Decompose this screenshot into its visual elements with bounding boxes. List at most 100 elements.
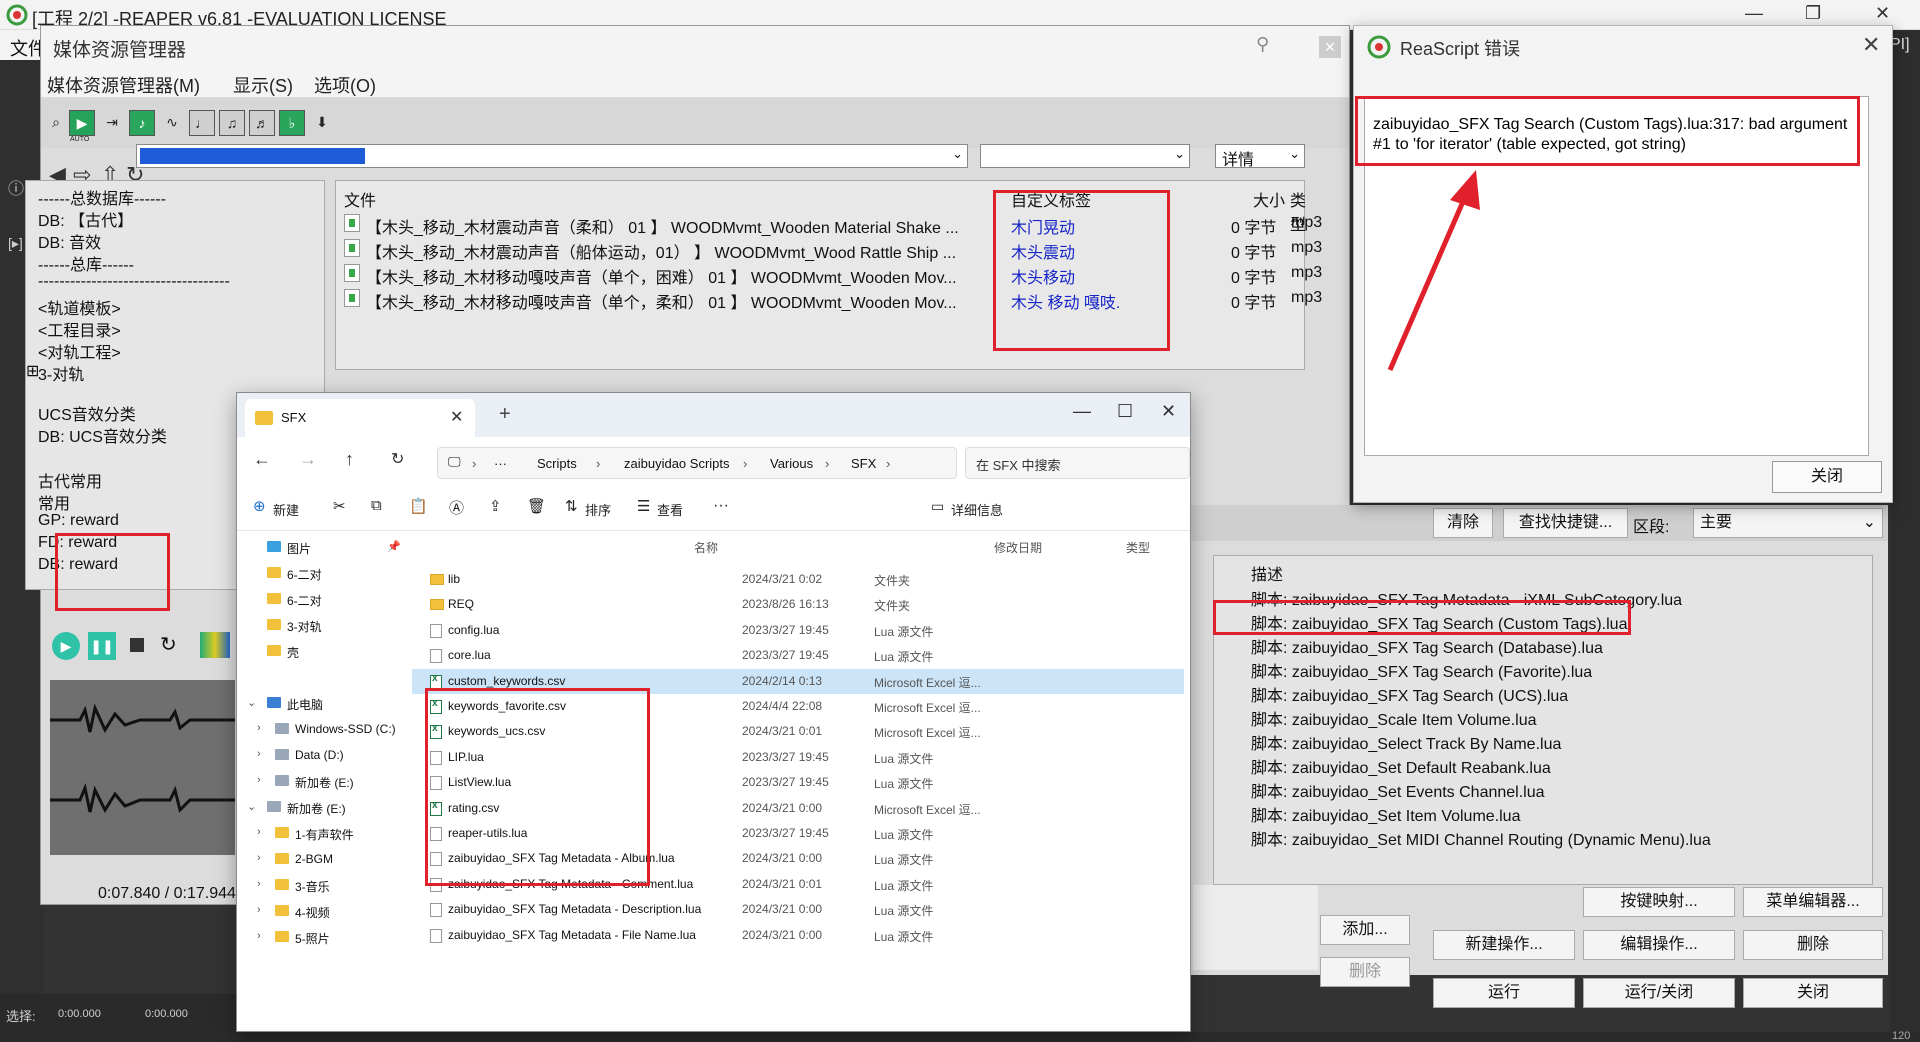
media-file-row[interactable]: 【木头_移动_木材移动嘎吱声音（单个，困难） 01 】 WOODMvmt_Woo… <box>336 261 1322 287</box>
action-row[interactable]: 脚本: zaibuyidao_Set MIDI Channel Routing … <box>1251 826 1711 850</box>
chevron-down-icon[interactable]: ⌄ <box>1174 146 1185 162</box>
waveform-icon[interactable]: ∿ <box>159 110 185 136</box>
action-row[interactable]: 脚本: zaibuyidao_Scale Item Volume.lua <box>1251 706 1537 730</box>
chevron-right-icon[interactable]: › <box>257 930 261 942</box>
note-half-icon[interactable]: ♬ <box>249 110 275 136</box>
nav-item[interactable]: › 4-视频 <box>237 899 417 925</box>
breadcrumb-more[interactable]: ··· <box>494 456 507 471</box>
file-row[interactable]: zaibuyidao_SFX Tag Metadata - File Name.… <box>412 923 1184 948</box>
file-row[interactable]: reaper-utils.lua 2023/3/27 19:45 Lua 源文件 <box>412 821 1184 846</box>
chevron-down-icon[interactable]: ⌄ <box>952 146 963 162</box>
media-file-row[interactable]: 【木头_移动_木材震动声音（柔和） 01 】 WOODMvmt_Wooden M… <box>336 211 1322 237</box>
sort-button[interactable]: 排序 <box>585 500 611 519</box>
share-icon[interactable]: ⇪ <box>489 497 502 515</box>
new-button[interactable]: 新建 <box>273 500 299 519</box>
close-icon[interactable]: ✕ <box>1161 401 1176 422</box>
menu-display[interactable]: 显示(S) <box>233 72 293 98</box>
chevron-down-icon[interactable]: ⌄ <box>247 696 256 709</box>
menu-editor-button[interactable]: 菜单编辑器... <box>1743 887 1883 917</box>
section-select[interactable]: 主要 ⌄ <box>1693 508 1883 538</box>
delete-shortcut-button[interactable]: 删除 <box>1320 957 1410 987</box>
nav-item[interactable]: › 1-有声软件 <box>237 821 417 847</box>
pitch-icon[interactable]: ♭ <box>279 110 305 136</box>
stop-icon[interactable] <box>130 638 144 652</box>
bracket-icon[interactable]: [▸] <box>8 235 23 252</box>
nav-item[interactable]: 6-二对 <box>237 587 417 613</box>
view-mode-select[interactable]: 详情 ⌄ <box>1215 144 1305 169</box>
breadcrumb-item[interactable]: zaibuyidao Scripts <box>624 456 730 471</box>
waveform-preview[interactable] <box>50 680 235 855</box>
pin-icon[interactable]: ⚲ <box>1256 34 1269 55</box>
file-row[interactable]: lib 2024/3/21 0:02 文件夹 <box>412 567 1184 592</box>
action-row[interactable]: 脚本: zaibuyidao_Set Item Volume.lua <box>1251 802 1520 826</box>
file-row[interactable]: LIP.lua 2023/3/27 19:45 Lua 源文件 <box>412 745 1184 770</box>
nav-item[interactable]: › Windows-SSD (C:) <box>237 717 417 743</box>
tree-item[interactable]: DB: 音效 <box>38 229 101 253</box>
nav-item[interactable]: 壳 <box>237 639 417 665</box>
tree-item[interactable]: <工程目录> <box>38 317 121 341</box>
details-pane-icon[interactable]: ▭ <box>931 498 944 515</box>
color-icon[interactable] <box>200 632 230 658</box>
tree-item[interactable]: DB: UCS音效分类 <box>38 423 167 447</box>
close-tab-icon[interactable]: ✕ <box>450 407 463 427</box>
details-button[interactable]: 详细信息 <box>951 500 1003 519</box>
clear-button[interactable]: 清除 <box>1433 508 1493 538</box>
action-row[interactable]: 脚本: zaibuyidao_SFX Tag Search (Database)… <box>1251 634 1603 658</box>
chevron-right-icon[interactable]: › <box>257 774 261 786</box>
import-icon[interactable]: ⬇ <box>309 110 335 136</box>
tree-item[interactable]: 常用 <box>38 490 70 514</box>
auto-play-icon[interactable]: ▶ <box>69 110 95 136</box>
refresh-icon[interactable]: ↻ <box>391 449 404 469</box>
nav-item[interactable]: 3-对轨 <box>237 613 417 639</box>
loop-icon[interactable]: ↻ <box>160 632 177 657</box>
search-icon[interactable]: ⌕ <box>43 110 69 136</box>
maximize-icon[interactable]: ☐ <box>1117 401 1133 422</box>
add-shortcut-button[interactable]: 添加... <box>1320 915 1410 945</box>
file-row[interactable]: zaibuyidao_SFX Tag Metadata - Descriptio… <box>412 897 1184 922</box>
explorer-search-input[interactable]: 在 SFX 中搜索 <box>965 447 1190 479</box>
tree-item[interactable]: <轨道模板> <box>38 295 121 319</box>
chevron-down-icon[interactable]: ⌄ <box>247 800 256 813</box>
nav-item[interactable]: › 3-音乐 <box>237 873 417 899</box>
nav-item[interactable]: 图片 📌 <box>237 535 417 561</box>
nav-item[interactable]: ⌄ 新加卷 (E:) <box>237 795 417 821</box>
back-icon[interactable]: ← <box>253 449 271 470</box>
info-icon[interactable]: ⓘ <box>8 175 24 199</box>
menu-media-explorer[interactable]: 媒体资源管理器(M) <box>47 72 200 98</box>
note-double-icon[interactable]: ♫ <box>219 110 245 136</box>
new-action-button[interactable]: 新建操作... <box>1433 930 1575 960</box>
action-row[interactable]: 脚本: zaibuyidao_SFX Tag Search (UCS).lua <box>1251 682 1568 706</box>
more-options-button[interactable]: ··· <box>713 497 729 515</box>
error-close-button[interactable]: 关闭 <box>1772 461 1882 493</box>
chevron-right-icon[interactable]: › <box>257 878 261 890</box>
column-header-size[interactable]: 大小 <box>1253 187 1285 211</box>
delete-action-button[interactable]: 删除 <box>1743 930 1883 960</box>
close-icon[interactable]: ✕ <box>1862 32 1880 58</box>
column-header-type[interactable]: 类型 <box>1126 539 1150 556</box>
key-map-button[interactable]: 按键映射... <box>1583 887 1735 917</box>
tree-item[interactable]: ------总库------ <box>38 251 134 275</box>
close-icon[interactable]: ✕ <box>1319 36 1341 58</box>
menu-options[interactable]: 选项(O) <box>314 72 376 98</box>
maximize-icon[interactable]: ❐ <box>1805 3 1821 24</box>
close-icon[interactable]: ✕ <box>1875 3 1890 24</box>
play-icon[interactable]: ▶ <box>52 632 80 660</box>
close-button[interactable]: 关闭 <box>1743 978 1883 1008</box>
tree-item[interactable]: <对轨工程> <box>38 339 121 363</box>
action-row[interactable]: 脚本: zaibuyidao_SFX Tag Search (Favorite)… <box>1251 658 1592 682</box>
delete-icon[interactable]: 🗑 <box>527 497 546 515</box>
tree-item[interactable]: 古代常用 <box>38 468 102 492</box>
file-row[interactable]: zaibuyidao_SFX Tag Metadata - Album.lua 2… <box>412 846 1184 871</box>
nav-item[interactable]: › 新加卷 (E:) <box>237 769 417 795</box>
note-icon[interactable]: ♩ <box>189 110 215 136</box>
nav-item[interactable]: 6-二对 <box>237 561 417 587</box>
paste-icon[interactable]: 📋 <box>409 497 428 515</box>
nav-item[interactable]: › Data (D:) <box>237 743 417 769</box>
breadcrumb-item[interactable]: Scripts <box>537 456 577 471</box>
tree-item[interactable]: 3-对轨 <box>38 361 84 385</box>
media-file-row[interactable]: 【木头_移动_木材移动嘎吱声音（单个，柔和） 01 】 WOODMvmt_Woo… <box>336 286 1322 312</box>
tree-item[interactable]: ------总数据库------ <box>38 185 166 209</box>
pause-icon[interactable]: ❚❚ <box>88 632 116 660</box>
explorer-tab[interactable]: SFX ✕ <box>245 399 475 437</box>
find-shortcut-button[interactable]: 查找快捷键... <box>1503 508 1628 538</box>
